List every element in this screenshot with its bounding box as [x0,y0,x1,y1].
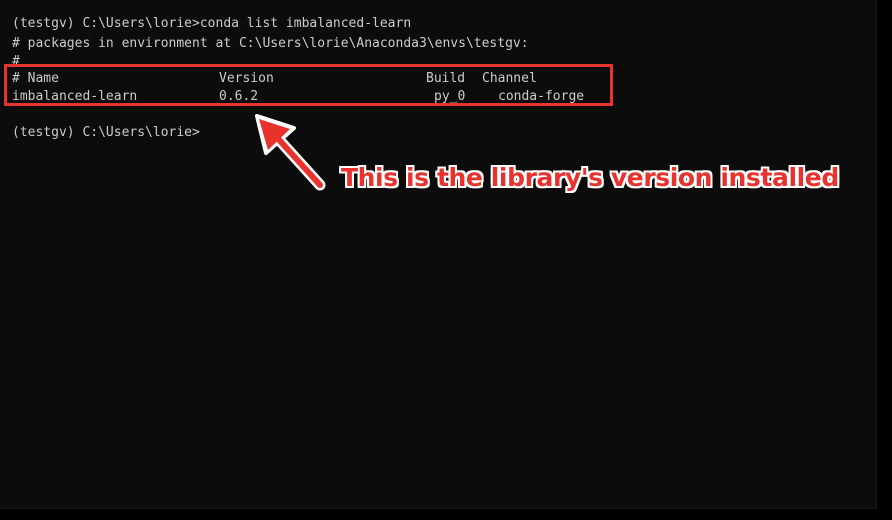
annotation-label: This is the library's version installed [341,163,839,192]
highlight-box [4,64,613,106]
environment-info-line: # packages in environment at C:\Users\lo… [12,36,529,51]
command-prompt[interactable]: (testgv) C:\Users\lorie> [12,124,200,142]
command-line: (testgv) C:\Users\lorie>conda list imbal… [12,16,412,31]
